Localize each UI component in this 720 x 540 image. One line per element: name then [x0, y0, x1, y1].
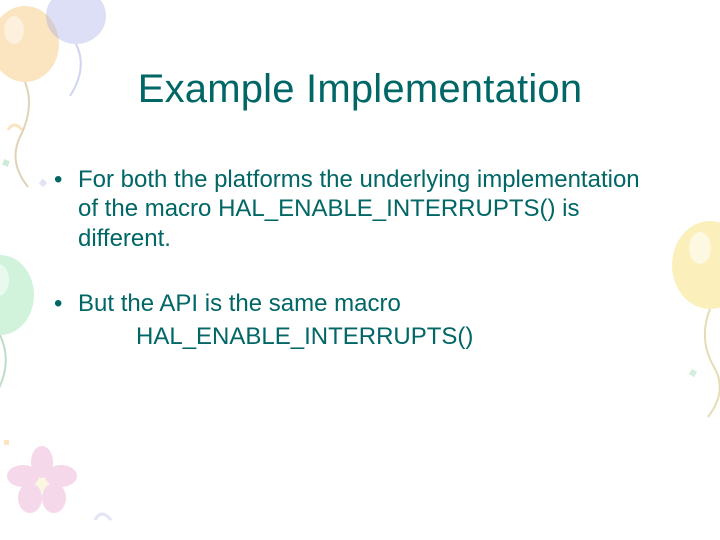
bullet-list: For both the platforms the underlying im…	[50, 165, 665, 351]
bullet-text: For both the platforms the underlying im…	[78, 166, 640, 252]
slide-body: For both the platforms the underlying im…	[50, 165, 665, 387]
bullet-subtext: HAL_ENABLE_INTERRUPTS()	[78, 322, 665, 351]
slide-title: Example Implementation	[0, 67, 720, 112]
bullet-item: But the API is the same macro HAL_ENABLE…	[50, 289, 665, 352]
bullet-item: For both the platforms the underlying im…	[50, 165, 665, 253]
slide: Example Implementation For both the plat…	[0, 0, 720, 540]
bullet-text: But the API is the same macro	[78, 290, 401, 317]
